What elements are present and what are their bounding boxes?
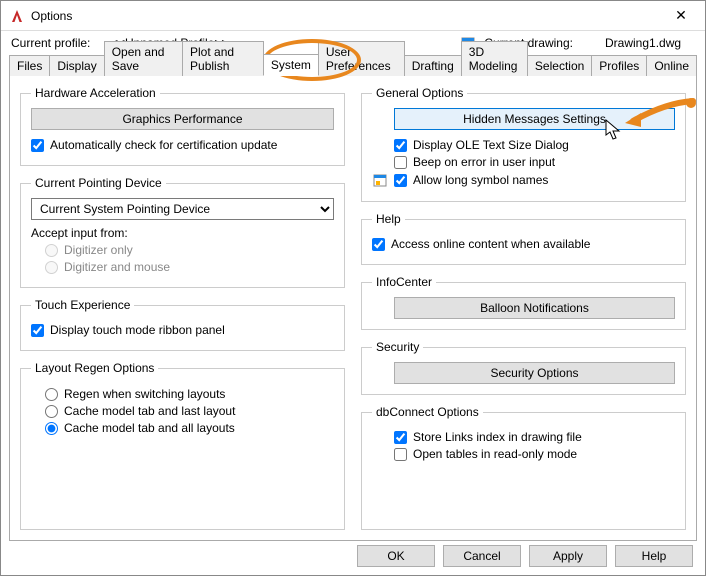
titlebar: Options ✕ xyxy=(1,1,705,31)
store-links-label: Store Links index in drawing file xyxy=(413,430,582,444)
digitizer-mouse-label: Digitizer and mouse xyxy=(64,260,170,274)
cancel-button[interactable]: Cancel xyxy=(443,545,521,567)
pointing-device-legend: Current Pointing Device xyxy=(31,176,166,190)
regen-switching-radio[interactable] xyxy=(45,388,58,401)
infocenter-group: InfoCenter Balloon Notifications xyxy=(361,275,686,330)
tab-3d-modeling[interactable]: 3D Modeling xyxy=(461,41,528,76)
accept-input-label: Accept input from: xyxy=(31,226,334,240)
infocenter-legend: InfoCenter xyxy=(372,275,436,289)
long-symbol-checkbox[interactable] xyxy=(394,174,407,187)
digitizer-only-label: Digitizer only xyxy=(64,243,133,257)
help-group: Help Access online content when availabl… xyxy=(361,212,686,265)
regen-switching-label: Regen when switching layouts xyxy=(64,387,225,401)
dialog-title: Options xyxy=(31,9,661,23)
tab-user-preferences[interactable]: User Preferences xyxy=(318,41,405,76)
close-button[interactable]: ✕ xyxy=(661,2,701,30)
security-group: Security Security Options xyxy=(361,340,686,395)
app-icon xyxy=(9,8,25,24)
layout-regen-group: Layout Regen Options Regen when switchin… xyxy=(20,361,345,530)
ole-text-label: Display OLE Text Size Dialog xyxy=(413,138,569,152)
tab-files[interactable]: Files xyxy=(9,55,50,76)
pointing-device-group: Current Pointing Device Current System P… xyxy=(20,176,345,288)
system-tab-panel: Hardware Acceleration Graphics Performan… xyxy=(9,75,697,541)
general-options-group: General Options Hidden Messages Settings… xyxy=(361,86,686,202)
tab-selection[interactable]: Selection xyxy=(527,55,592,76)
hardware-acceleration-legend: Hardware Acceleration xyxy=(31,86,160,100)
current-profile-label: Current profile: xyxy=(11,36,103,50)
options-dialog: Options ✕ Current profile: <<Unnamed Pro… xyxy=(0,0,706,576)
tab-display[interactable]: Display xyxy=(49,55,104,76)
tab-strip: Files Display Open and Save Plot and Pub… xyxy=(1,53,705,75)
cache-last-label: Cache model tab and last layout xyxy=(64,404,235,418)
right-column: General Options Hidden Messages Settings… xyxy=(361,86,686,530)
tab-open-and-save[interactable]: Open and Save xyxy=(104,41,183,76)
security-options-button[interactable]: Security Options xyxy=(394,362,675,384)
tab-online[interactable]: Online xyxy=(646,55,697,76)
open-readonly-label: Open tables in read-only mode xyxy=(413,447,577,461)
cache-all-radio[interactable] xyxy=(45,422,58,435)
touch-ribbon-checkbox[interactable] xyxy=(31,324,44,337)
digitizer-mouse-radio xyxy=(45,261,58,274)
ok-button[interactable]: OK xyxy=(357,545,435,567)
hidden-messages-button[interactable]: Hidden Messages Settings xyxy=(394,108,675,130)
store-links-checkbox[interactable] xyxy=(394,431,407,444)
long-symbol-label: Allow long symbol names xyxy=(413,173,548,187)
cache-all-label: Cache model tab and all layouts xyxy=(64,421,235,435)
digitizer-only-radio xyxy=(45,244,58,257)
tab-drafting[interactable]: Drafting xyxy=(404,55,462,76)
open-readonly-checkbox[interactable] xyxy=(394,448,407,461)
touch-experience-group: Touch Experience Display touch mode ribb… xyxy=(20,298,345,351)
general-options-legend: General Options xyxy=(372,86,467,100)
touch-legend: Touch Experience xyxy=(31,298,134,312)
graphics-performance-button[interactable]: Graphics Performance xyxy=(31,108,334,130)
certification-update-checkbox[interactable] xyxy=(31,139,44,152)
dbconnect-legend: dbConnect Options xyxy=(372,405,483,419)
hardware-acceleration-group: Hardware Acceleration Graphics Performan… xyxy=(20,86,345,166)
balloon-notifications-button[interactable]: Balloon Notifications xyxy=(394,297,675,319)
dialog-footer: OK Cancel Apply Help xyxy=(357,545,693,567)
help-legend: Help xyxy=(372,212,405,226)
cache-last-radio[interactable] xyxy=(45,405,58,418)
apply-button[interactable]: Apply xyxy=(529,545,607,567)
tab-plot-and-publish[interactable]: Plot and Publish xyxy=(182,41,264,76)
tab-profiles[interactable]: Profiles xyxy=(591,55,647,76)
dbconnect-group: dbConnect Options Store Links index in d… xyxy=(361,405,686,530)
beep-error-checkbox[interactable] xyxy=(394,156,407,169)
current-drawing-value: Drawing1.dwg xyxy=(605,36,695,50)
touch-ribbon-label: Display touch mode ribbon panel xyxy=(50,323,225,337)
security-legend: Security xyxy=(372,340,423,354)
pointing-device-select[interactable]: Current System Pointing Device xyxy=(31,198,334,220)
beep-error-label: Beep on error in user input xyxy=(413,155,555,169)
online-content-checkbox[interactable] xyxy=(372,238,385,251)
help-button[interactable]: Help xyxy=(615,545,693,567)
certification-update-label: Automatically check for certification up… xyxy=(50,138,277,152)
tab-system[interactable]: System xyxy=(263,54,319,76)
left-column: Hardware Acceleration Graphics Performan… xyxy=(20,86,345,530)
layout-regen-legend: Layout Regen Options xyxy=(31,361,158,375)
online-content-label: Access online content when available xyxy=(391,237,590,251)
drawing-override-icon xyxy=(372,172,388,188)
ole-text-checkbox[interactable] xyxy=(394,139,407,152)
